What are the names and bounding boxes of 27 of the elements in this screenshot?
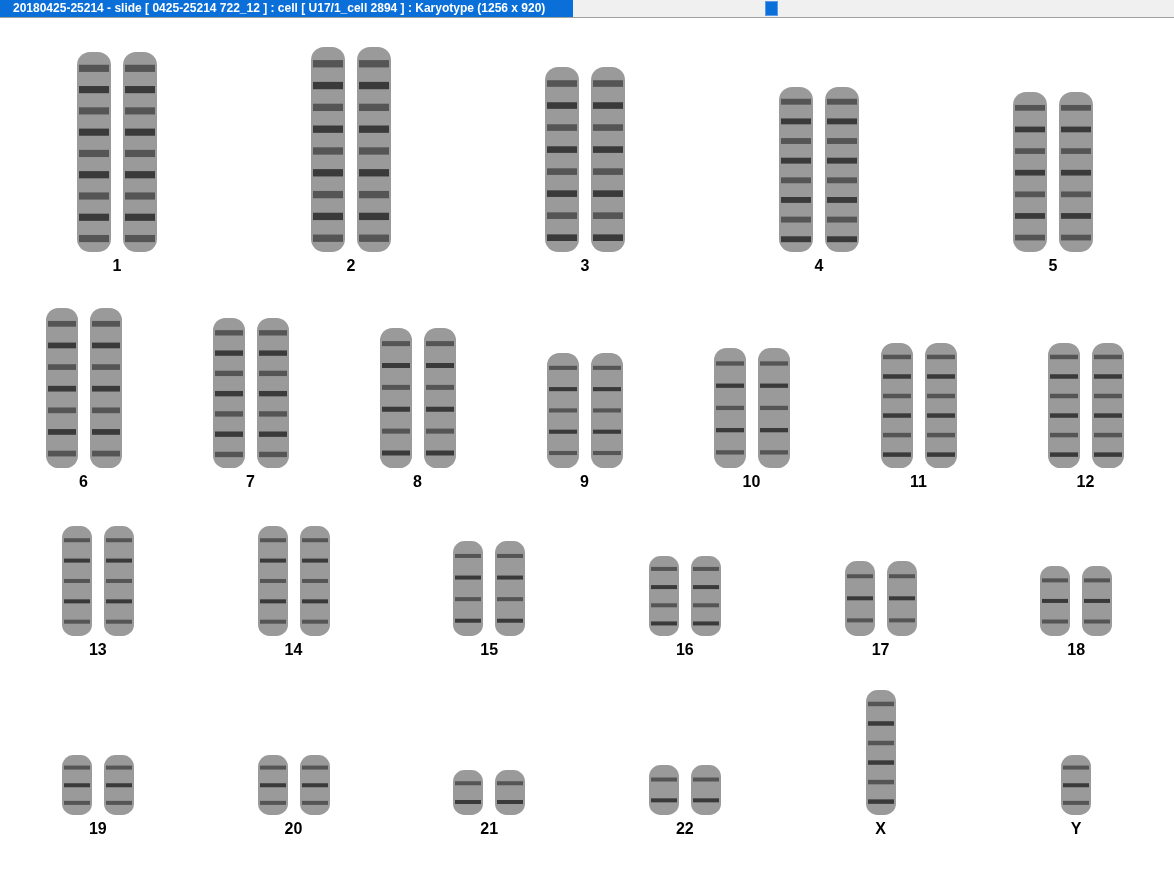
chromosome-label: 5 [1048,256,1058,276]
chromosome-label: 16 [675,640,694,660]
chromosome-label: 22 [675,819,694,839]
chromosome-label: 12 [1076,472,1095,492]
chromosome-label: 7 [246,472,255,492]
chromosome-label: 21 [480,819,499,839]
chromosome-label: 11 [910,472,927,492]
chromosome-label: 13 [88,640,107,660]
chromosome-label: X [875,819,886,839]
window-control-icon[interactable] [765,1,778,16]
chromosome-label: 4 [814,256,824,276]
chromosome-label: 19 [88,819,107,839]
window-title: 20180425-25214 - slide [ 0425-25214 722_12 ] : cell [ U17/1_cell 2894 ] : Karyotype (1256 x 920) [0,0,573,17]
chromosome-label: 17 [871,640,890,660]
chromosome-label: 2 [346,256,356,276]
chromosome-label: 10 [742,472,761,492]
chromosome-label: 6 [79,472,88,492]
chromosome-label: 3 [580,256,590,276]
chromosome-label: 15 [480,640,499,660]
chromosome-drawing [1061,755,1092,815]
chromosome-label: 20 [284,819,303,839]
chromosome-label: 14 [284,640,303,660]
chromosome-label: 8 [413,472,422,492]
chromosome-label: Y [1070,819,1082,839]
chromosome-label: 18 [1067,640,1086,660]
chromosome-label: 1 [112,256,122,276]
chromosome-label: 9 [580,472,589,492]
